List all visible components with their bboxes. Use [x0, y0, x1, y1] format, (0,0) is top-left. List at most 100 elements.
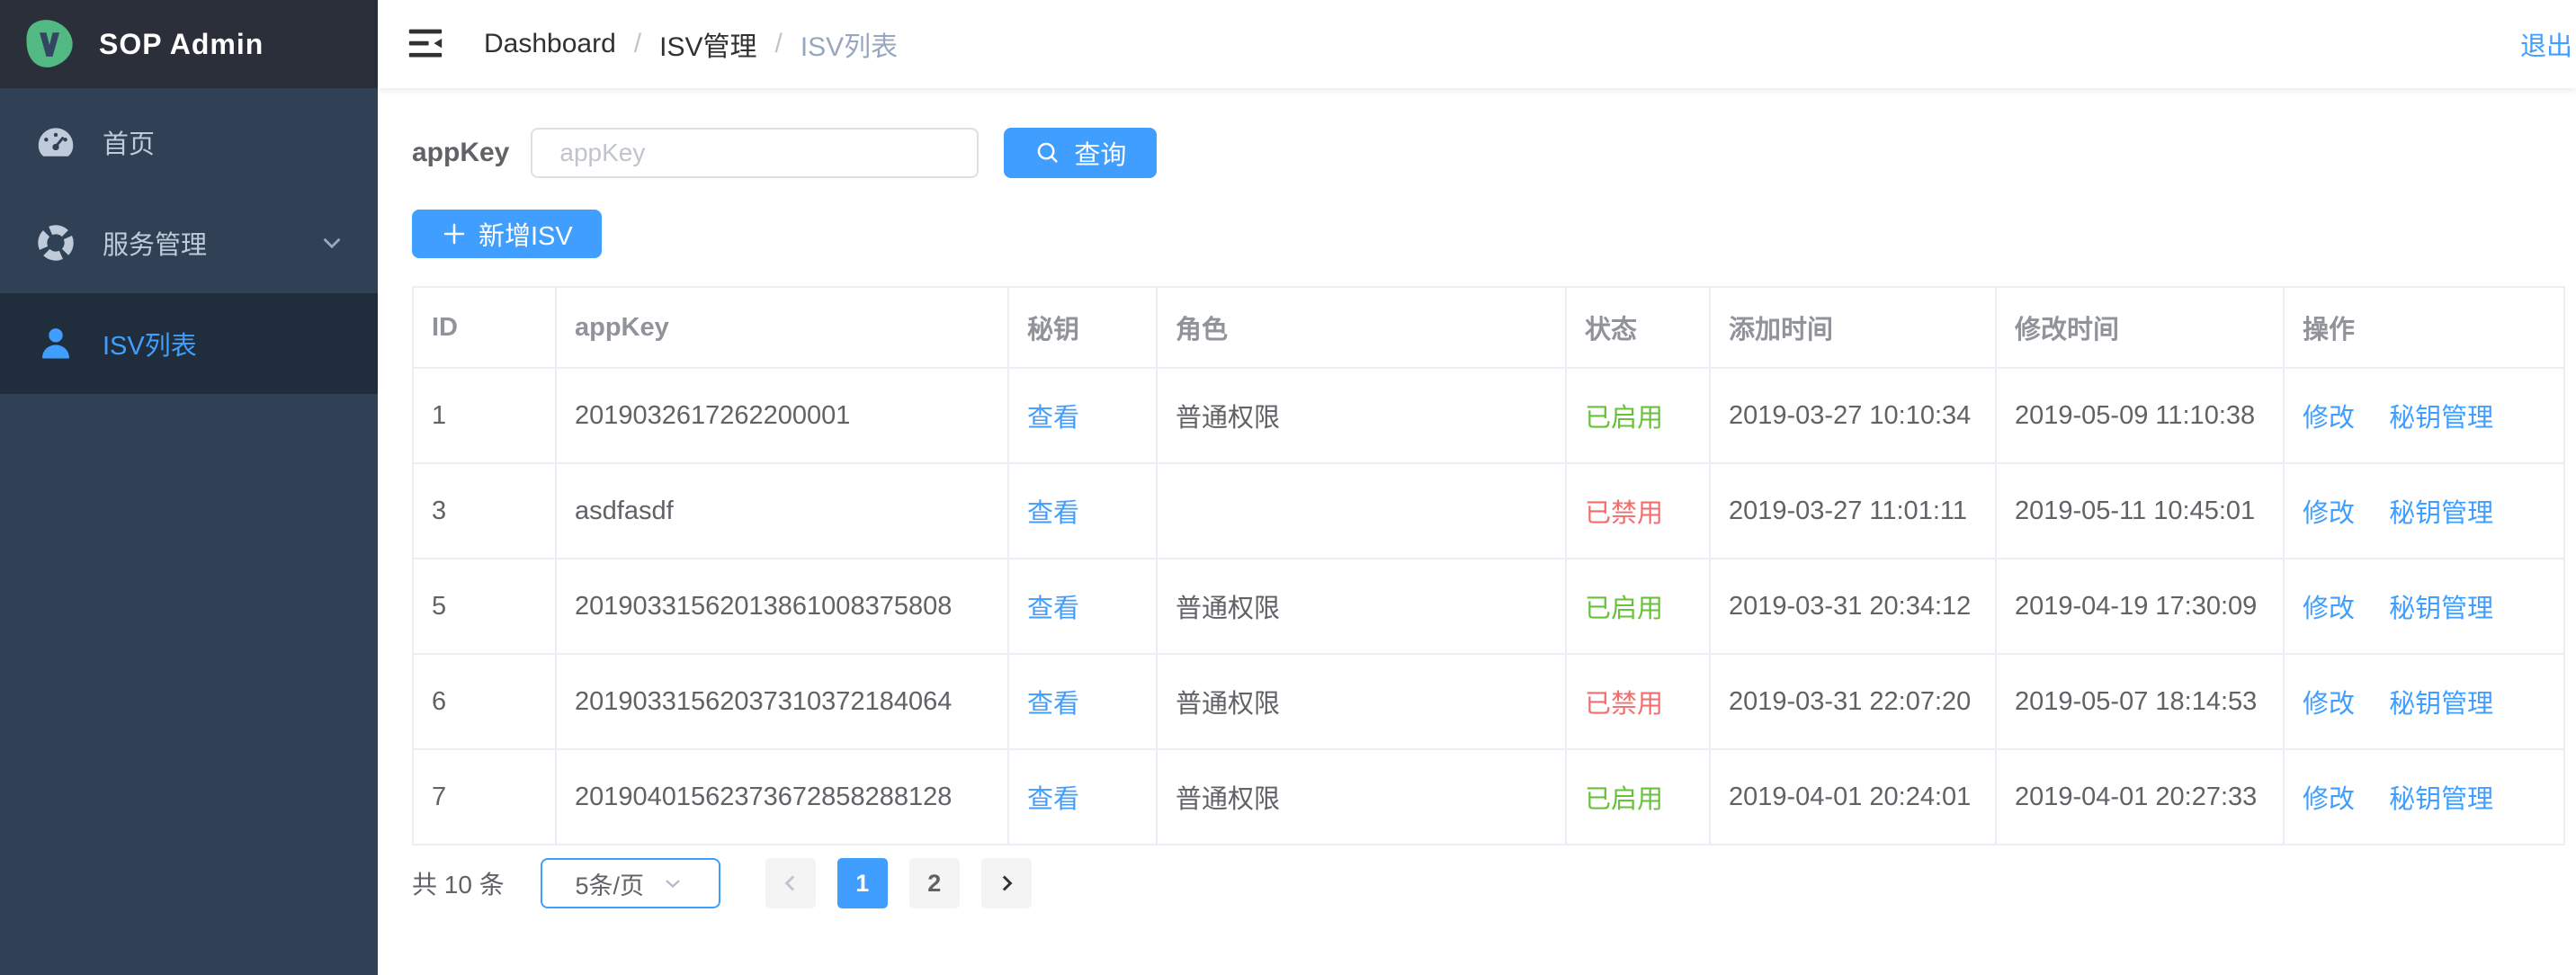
cell-appkey: 20190331562013861008375808: [556, 559, 1008, 654]
sidebar-item-service-management[interactable]: 服务管理: [0, 192, 378, 293]
status-badge: 已启用: [1585, 785, 1663, 814]
isv-table: ID appKey 秘钥 角色 状态 添加时间 修改时间 操作 1 201903…: [412, 286, 2565, 845]
modify-link[interactable]: 修改: [2303, 404, 2355, 433]
cell-status: 已启用: [1566, 368, 1710, 463]
cell-create-time: 2019-03-31 20:34:12: [1710, 559, 1996, 654]
column-header-status: 状态: [1566, 287, 1710, 368]
column-header-id: ID: [413, 287, 556, 368]
column-header-role: 角色: [1157, 287, 1566, 368]
service-icon: [36, 223, 76, 263]
cell-actions: 修改 秘钥管理: [2284, 559, 2564, 654]
chevron-left-icon: [777, 870, 804, 897]
main-content: appKey 查询 新增ISV ID appKey 秘钥 角色: [378, 88, 2576, 908]
sidebar-item-home[interactable]: 首页: [0, 92, 378, 192]
cell-update-time: 2019-05-09 11:10:38: [1996, 368, 2284, 463]
page-button-1[interactable]: 1: [837, 858, 888, 908]
table-row: 3 asdfasdf 查看 已禁用 2019-03-27 11:01:11 20…: [413, 463, 2564, 559]
cell-secret: 查看: [1008, 749, 1157, 845]
status-badge: 已启用: [1585, 595, 1663, 623]
pagination-total: 共 10 条: [412, 865, 505, 901]
table-row: 6 20190331562037310372184064 查看 普通权限 已禁用…: [413, 654, 2564, 749]
view-secret-link[interactable]: 查看: [1027, 499, 1079, 528]
hamburger-icon[interactable]: [405, 26, 446, 62]
column-header-create-time: 添加时间: [1710, 287, 1996, 368]
cell-actions: 修改 秘钥管理: [2284, 654, 2564, 749]
cell-update-time: 2019-05-07 18:14:53: [1996, 654, 2284, 749]
view-secret-link[interactable]: 查看: [1027, 785, 1079, 814]
cell-update-time: 2019-04-01 20:27:33: [1996, 749, 2284, 845]
table-row: 7 20190401562373672858288128 查看 普通权限 已启用…: [413, 749, 2564, 845]
cell-create-time: 2019-03-31 22:07:20: [1710, 654, 1996, 749]
page-size-select[interactable]: 5条/页: [541, 858, 720, 908]
cell-secret: 查看: [1008, 368, 1157, 463]
modify-link[interactable]: 修改: [2303, 785, 2355, 814]
cell-secret: 查看: [1008, 559, 1157, 654]
modify-link[interactable]: 修改: [2303, 690, 2355, 719]
add-isv-button[interactable]: 新增ISV: [412, 210, 602, 258]
cell-status: 已禁用: [1566, 654, 1710, 749]
cell-id: 5: [413, 559, 556, 654]
view-secret-link[interactable]: 查看: [1027, 690, 1079, 719]
secret-manage-link[interactable]: 秘钥管理: [2389, 785, 2493, 814]
column-header-actions: 操作: [2284, 287, 2564, 368]
logo-bar: SOP Admin: [0, 0, 378, 88]
cell-status: 已启用: [1566, 559, 1710, 654]
breadcrumb-separator: /: [774, 29, 782, 59]
cell-id: 6: [413, 654, 556, 749]
cell-secret: 查看: [1008, 654, 1157, 749]
cell-role: 普通权限: [1157, 559, 1566, 654]
cell-actions: 修改 秘钥管理: [2284, 463, 2564, 559]
breadcrumb: Dashboard / ISV管理 / ISV列表: [484, 24, 898, 64]
next-page-button[interactable]: [981, 858, 1032, 908]
modify-link[interactable]: 修改: [2303, 595, 2355, 623]
cell-actions: 修改 秘钥管理: [2284, 368, 2564, 463]
column-header-appkey: appKey: [556, 287, 1008, 368]
app-title: SOP Admin: [99, 28, 264, 61]
breadcrumb-isv-management[interactable]: ISV管理: [659, 24, 756, 64]
cell-create-time: 2019-03-27 11:01:11: [1710, 463, 1996, 559]
appkey-input[interactable]: [531, 128, 979, 178]
cell-appkey: 20190401562373672858288128: [556, 749, 1008, 845]
cell-role: 普通权限: [1157, 654, 1566, 749]
view-secret-link[interactable]: 查看: [1027, 404, 1079, 433]
cell-update-time: 2019-05-11 10:45:01: [1996, 463, 2284, 559]
secret-manage-link[interactable]: 秘钥管理: [2389, 595, 2493, 623]
pagination: 共 10 条 5条/页 1 2: [412, 858, 2569, 908]
cell-role: 普通权限: [1157, 749, 1566, 845]
cell-role: [1157, 463, 1566, 559]
cell-actions: 修改 秘钥管理: [2284, 749, 2564, 845]
secret-manage-link[interactable]: 秘钥管理: [2389, 499, 2493, 528]
secret-manage-link[interactable]: 秘钥管理: [2389, 404, 2493, 433]
cell-id: 7: [413, 749, 556, 845]
search-form: appKey 查询: [412, 128, 2569, 178]
cell-id: 3: [413, 463, 556, 559]
sidebar-item-isv-list[interactable]: ISV列表: [0, 293, 378, 394]
breadcrumb-dashboard[interactable]: Dashboard: [484, 29, 616, 59]
prev-page-button[interactable]: [765, 858, 816, 908]
table-header-row: ID appKey 秘钥 角色 状态 添加时间 修改时间 操作: [413, 287, 2564, 368]
cell-role: 普通权限: [1157, 368, 1566, 463]
sidebar: SOP Admin 首页 服务管理: [0, 0, 378, 975]
search-button-label: 查询: [1074, 134, 1126, 172]
secret-manage-link[interactable]: 秘钥管理: [2389, 690, 2493, 719]
cell-appkey: asdfasdf: [556, 463, 1008, 559]
page-size-value: 5条/页: [575, 866, 644, 901]
logout-link[interactable]: 退出: [2520, 25, 2572, 63]
sidebar-menu: 首页 服务管理 ISV列表: [0, 88, 378, 394]
view-secret-link[interactable]: 查看: [1027, 595, 1079, 623]
status-badge: 已启用: [1585, 404, 1663, 433]
appkey-label: appKey: [412, 138, 509, 168]
sidebar-item-label: 服务管理: [103, 224, 207, 262]
page-button-2[interactable]: 2: [909, 858, 960, 908]
status-badge: 已禁用: [1585, 690, 1663, 719]
modify-link[interactable]: 修改: [2303, 499, 2355, 528]
search-button[interactable]: 查询: [1004, 128, 1157, 178]
breadcrumb-separator: /: [634, 29, 641, 59]
cell-status: 已启用: [1566, 749, 1710, 845]
cell-create-time: 2019-03-27 10:10:34: [1710, 368, 1996, 463]
dashboard-icon: [36, 122, 76, 162]
search-icon: [1034, 139, 1061, 166]
status-badge: 已禁用: [1585, 499, 1663, 528]
cell-appkey: 20190331562037310372184064: [556, 654, 1008, 749]
cell-update-time: 2019-04-19 17:30:09: [1996, 559, 2284, 654]
